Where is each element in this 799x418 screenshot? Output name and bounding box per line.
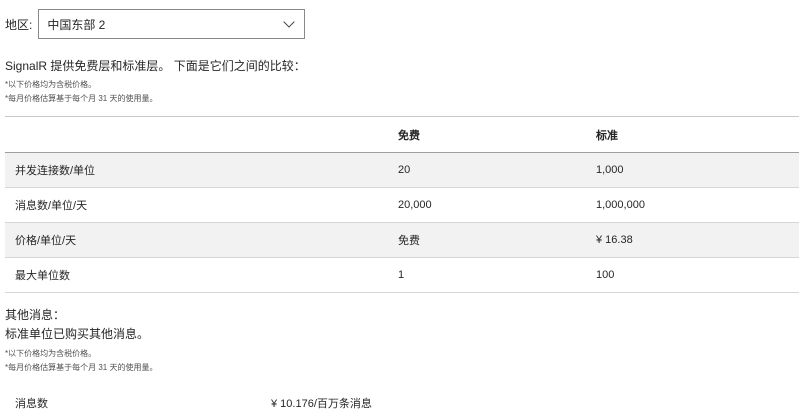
other-messages-description: 标准单位已购买其他消息。 — [5, 327, 150, 341]
free-value: 1 — [398, 269, 405, 281]
table-row: 最大单位数 1 100 — [5, 258, 799, 293]
pricing-table: 免费 标准 并发连接数/单位 20 1,000 消息数/单位/天 20,000 … — [5, 116, 799, 293]
chevron-down-icon — [283, 16, 296, 28]
row-label: 价格/单位/天 — [15, 235, 77, 247]
row-label: 消息数/单位/天 — [15, 200, 88, 212]
free-value: 20 — [398, 164, 411, 176]
header-cell-free: 免费 — [398, 129, 420, 142]
free-value: 20,000 — [398, 199, 432, 211]
tax-note-2: *以下价格均为含税价格。 — [5, 349, 97, 358]
other-messages-title: 其他消息： — [5, 308, 66, 322]
row-label: 并发连接数/单位 — [15, 165, 96, 177]
message-label: 消息数 — [15, 398, 48, 410]
monthly-estimate-note: *每月价格估算基于每个月 31 天的使用量。 — [5, 94, 158, 103]
message-price-row: 消息数 ¥ 10.176/百万条消息 — [15, 395, 372, 411]
free-value: 免费 — [398, 235, 420, 247]
region-dropdown-value: 中国东部 2 — [47, 17, 106, 32]
row-label: 最大单位数 — [15, 270, 70, 282]
monthly-estimate-note-2: *每月价格估算基于每个月 31 天的使用量。 — [5, 363, 158, 372]
table-header-row: 免费 标准 — [5, 117, 799, 153]
table-row: 价格/单位/天 免费 ¥ 16.38 — [5, 223, 799, 258]
header-cell-standard: 标准 — [596, 129, 618, 142]
table-row: 消息数/单位/天 20,000 1,000,000 — [5, 188, 799, 223]
standard-value: ¥ 16.38 — [596, 234, 633, 246]
tax-note: *以下价格均为含税价格。 — [5, 80, 97, 89]
standard-value: 100 — [596, 269, 615, 281]
region-selector-row: 地区: 中国东部 2 — [5, 8, 306, 40]
table-row: 并发连接数/单位 20 1,000 — [5, 153, 799, 188]
region-dropdown[interactable]: 中国东部 2 — [38, 9, 306, 39]
standard-value: 1,000,000 — [596, 199, 645, 211]
message-price: ¥ 10.176/百万条消息 — [271, 398, 372, 410]
intro-text: SignalR 提供免费层和标准层。 下面是它们之间的比较： — [5, 59, 306, 73]
region-label: 地区: — [5, 17, 33, 32]
standard-value: 1,000 — [596, 164, 624, 176]
